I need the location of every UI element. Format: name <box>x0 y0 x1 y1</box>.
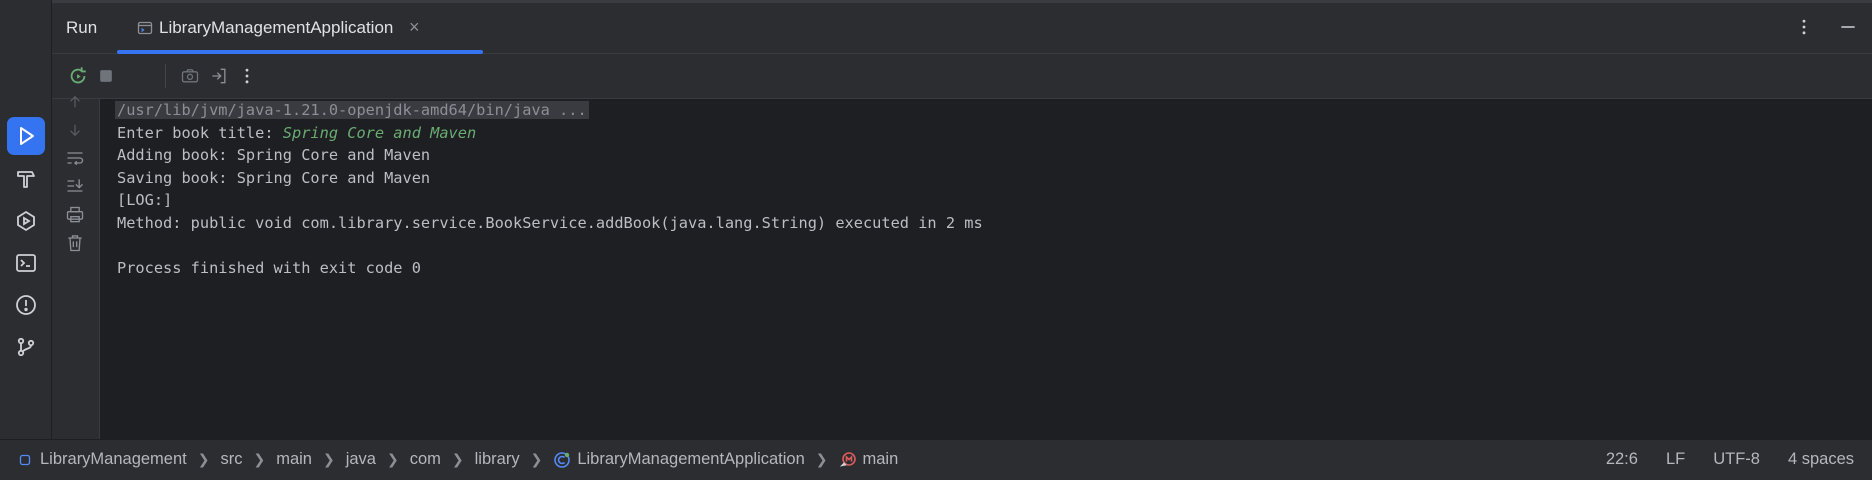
problems-icon[interactable] <box>7 286 45 324</box>
chevron-right-icon: ❯ <box>253 451 266 467</box>
chevron-right-icon: ❯ <box>815 451 828 467</box>
java-command-line[interactable]: /usr/lib/jvm/java-1.21.0-openjdk-amd64/b… <box>115 101 589 119</box>
breadcrumb-item[interactable]: LibraryManagementApplication <box>577 450 804 469</box>
run-toolbar <box>52 54 1872 99</box>
console-line: Adding book: Spring Core and Maven <box>117 146 431 164</box>
caret-position[interactable]: 22:6 <box>1606 450 1638 469</box>
scroll-to-end-icon[interactable] <box>63 174 87 198</box>
run-tool-window: Run LibraryManagementApplication × /usr/… <box>52 0 1872 439</box>
spring-class-icon <box>553 451 571 469</box>
breadcrumb-item[interactable]: java <box>346 450 376 469</box>
left-tool-strip <box>0 0 52 439</box>
line-separator[interactable]: LF <box>1666 450 1685 469</box>
run-title: Run <box>66 18 98 37</box>
process-finished-line: Process finished with exit code 0 <box>117 259 421 277</box>
camera-icon[interactable] <box>178 64 202 88</box>
console-action-gutter <box>52 95 100 439</box>
chevron-right-icon: ❯ <box>451 451 464 467</box>
chevron-right-icon: ❯ <box>322 451 335 467</box>
tab-label: LibraryManagementApplication <box>159 18 394 37</box>
run-icon[interactable] <box>7 117 45 155</box>
header-actions <box>1792 15 1860 39</box>
arrow-up-icon[interactable] <box>63 90 87 114</box>
more-vertical-icon[interactable] <box>235 64 259 88</box>
method-icon <box>839 451 857 469</box>
terminal-icon[interactable] <box>7 244 45 282</box>
user-input-text: Spring Core and Maven <box>282 124 477 142</box>
file-encoding[interactable]: UTF-8 <box>1713 450 1760 469</box>
print-icon[interactable] <box>63 203 87 227</box>
services-icon[interactable] <box>7 202 45 240</box>
chevron-right-icon: ❯ <box>387 451 399 467</box>
breadcrumb: LibraryManagement ❯ src ❯ main ❯ java ❯ … <box>16 450 898 469</box>
tab-library-management-application[interactable]: LibraryManagementApplication × <box>117 3 483 54</box>
breadcrumb-item[interactable]: com <box>410 450 441 469</box>
trash-icon[interactable] <box>63 231 87 255</box>
console-output[interactable]: /usr/lib/jvm/java-1.21.0-openjdk-amd64/b… <box>100 99 1872 439</box>
rerun-icon[interactable] <box>66 64 90 88</box>
exit-icon[interactable] <box>207 64 231 88</box>
build-hammer-icon[interactable] <box>7 160 45 198</box>
breadcrumb-item[interactable]: LibraryManagement <box>40 450 187 469</box>
arrow-down-icon[interactable] <box>63 118 87 142</box>
prompt-text: Enter book title: <box>117 124 283 142</box>
breadcrumb-item[interactable]: src <box>220 450 242 469</box>
git-icon[interactable] <box>7 328 45 366</box>
more-options-icon[interactable] <box>1792 15 1816 39</box>
chevron-right-icon: ❯ <box>197 451 210 467</box>
status-bar: LibraryManagement ❯ src ❯ main ❯ java ❯ … <box>0 439 1872 480</box>
console-line: /usr/lib/jvm/java-1.21.0-openjdk-amd64/b… <box>115 98 589 123</box>
close-icon[interactable]: × <box>409 17 420 38</box>
tool-window-header: Run LibraryManagementApplication × <box>52 3 1872 54</box>
indent-setting[interactable]: 4 spaces <box>1788 450 1854 469</box>
breadcrumb-item[interactable]: main <box>863 450 899 469</box>
chevron-right-icon: ❯ <box>530 451 543 467</box>
console-line: Method: public void com.library.service.… <box>117 214 983 232</box>
status-widgets: 22:6 LF UTF-8 4 spaces <box>1606 450 1854 469</box>
toolbar-separator <box>165 64 166 88</box>
minimize-icon[interactable] <box>1836 15 1860 39</box>
application-window-icon <box>137 21 153 35</box>
soft-wrap-icon[interactable] <box>63 146 87 170</box>
console-line: [LOG:] <box>117 191 173 209</box>
breadcrumb-item[interactable]: library <box>475 450 520 469</box>
breadcrumb-item[interactable]: main <box>276 450 312 469</box>
module-icon <box>16 451 34 469</box>
stop-icon[interactable] <box>94 64 118 88</box>
